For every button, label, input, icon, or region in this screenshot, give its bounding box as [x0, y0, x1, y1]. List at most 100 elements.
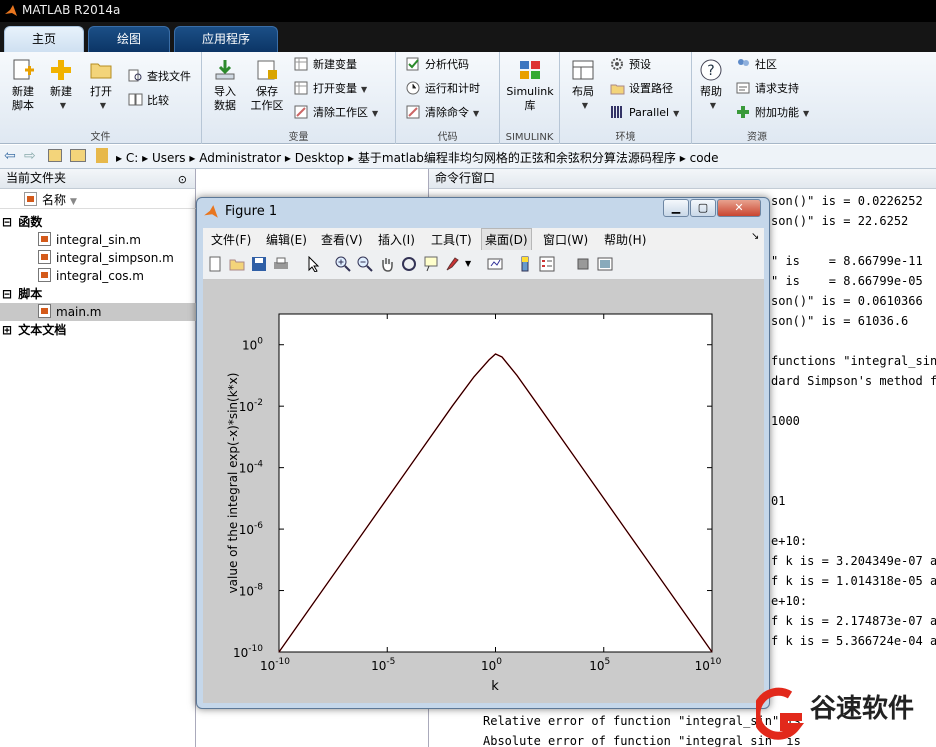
- set-path-button[interactable]: 设置路径: [610, 80, 673, 98]
- link-plot-icon[interactable]: [487, 256, 503, 272]
- open-variable-icon: [294, 81, 308, 95]
- brush-dropdown-icon[interactable]: ▼: [465, 259, 471, 268]
- breadcrumb-item[interactable]: C:: [126, 151, 138, 165]
- breadcrumb-item[interactable]: code: [690, 151, 719, 165]
- current-folder-title-bar: 当前文件夹 ⊙: [0, 169, 195, 189]
- menu-desktop[interactable]: 桌面(D): [481, 228, 532, 251]
- save-workspace-icon: [257, 60, 277, 80]
- parallel-icon: [611, 106, 622, 118]
- legend-icon[interactable]: [539, 256, 555, 272]
- save-workspace-button[interactable]: 保存 工作区: [248, 58, 286, 113]
- open-variable-dropdown-icon: ▼: [361, 85, 368, 94]
- find-files-button[interactable]: 查找文件: [128, 68, 191, 86]
- pointer-icon[interactable]: [305, 256, 321, 272]
- list-item[interactable]: integral_simpson.m: [0, 249, 196, 267]
- clear-workspace-label: 清除工作区: [313, 106, 368, 119]
- section-label: 函数: [18, 215, 43, 229]
- analyze-code-label: 分析代码: [425, 58, 469, 71]
- section-scripts[interactable]: ⊟ 脚本: [0, 285, 196, 303]
- menu-help[interactable]: 帮助(H): [604, 231, 646, 248]
- breadcrumb-item[interactable]: Desktop: [295, 151, 345, 165]
- collapse-icon[interactable]: ⊟: [0, 285, 14, 303]
- new-button[interactable]: 新建 ▼: [44, 58, 78, 113]
- dock-arrow-icon[interactable]: ↘: [751, 231, 759, 242]
- panel-menu-icon[interactable]: ⊙: [178, 170, 187, 189]
- colorbar-icon[interactable]: [517, 256, 533, 272]
- close-button[interactable]: ✕: [717, 199, 761, 217]
- y-tick-exponent: -4: [254, 460, 263, 470]
- new-figure-icon[interactable]: [207, 256, 223, 272]
- current-folder-title: 当前文件夹: [6, 171, 67, 185]
- list-item[interactable]: integral_sin.m: [0, 231, 196, 249]
- simulink-library-button[interactable]: Simulink 库: [504, 58, 556, 113]
- forward-icon[interactable]: ⇨: [24, 148, 36, 164]
- file-column-icon: [24, 192, 37, 206]
- list-item[interactable]: main.m: [0, 303, 196, 321]
- new-variable-button[interactable]: 新建变量: [294, 56, 357, 74]
- name-column-header[interactable]: 名称 ▼: [0, 191, 196, 209]
- compare-button[interactable]: 比较: [128, 92, 169, 110]
- breadcrumb-item[interactable]: 基于matlab编程非均匀网格的正弦和余弦积分算法源码程序: [358, 151, 676, 165]
- figure-title: Figure 1: [225, 204, 278, 219]
- menu-edit[interactable]: 编辑(E): [266, 231, 307, 248]
- open-button[interactable]: 打开 ▼: [84, 58, 118, 113]
- import-data-button[interactable]: 导入 数据: [208, 58, 242, 113]
- menu-tools[interactable]: 工具(T): [431, 231, 472, 248]
- tab-apps[interactable]: 应用程序: [174, 26, 278, 52]
- menu-window[interactable]: 窗口(W): [543, 231, 588, 248]
- tab-home[interactable]: 主页: [4, 26, 84, 52]
- clear-workspace-button[interactable]: 清除工作区 ▼: [294, 104, 378, 123]
- help-button[interactable]: ? 帮助 ▼: [696, 58, 726, 113]
- hide-plot-tools-icon[interactable]: [575, 256, 591, 272]
- request-support-button[interactable]: 请求支持: [736, 80, 799, 98]
- matlab-logo-icon: [204, 205, 218, 218]
- figure-window: Figure 1 ▁ ▢ ✕ 文件(F) 编辑(E) 查看(V) 插入(I) 工…: [196, 197, 770, 709]
- brush-icon[interactable]: [445, 256, 461, 272]
- save-icon[interactable]: [251, 256, 267, 272]
- layout-button[interactable]: 布局 ▼: [566, 58, 600, 113]
- menu-view[interactable]: 查看(V): [321, 231, 363, 248]
- list-item[interactable]: integral_cos.m: [0, 267, 196, 285]
- community-button[interactable]: 社区: [736, 56, 777, 74]
- output-line: 01: [771, 494, 786, 508]
- open-file-icon[interactable]: [229, 256, 245, 272]
- expand-icon[interactable]: ⊞: [0, 321, 14, 339]
- compare-icon: [128, 93, 143, 106]
- rotate-3d-icon[interactable]: [401, 256, 417, 272]
- up-folder-icon[interactable]: [48, 149, 62, 162]
- clear-commands-button[interactable]: 清除命令 ▼: [406, 104, 479, 123]
- run-and-time-button[interactable]: 运行和计时: [406, 80, 480, 98]
- output-line: son()" is = 22.6252: [771, 214, 909, 228]
- zoom-out-icon[interactable]: [357, 256, 373, 272]
- print-icon[interactable]: [273, 256, 289, 272]
- open-variable-button[interactable]: 打开变量 ▼: [294, 80, 367, 99]
- new-script-button[interactable]: 新建 脚本: [6, 58, 40, 113]
- add-ons-button[interactable]: 附加功能 ▼: [736, 104, 809, 123]
- breadcrumb-item[interactable]: Administrator: [199, 151, 281, 165]
- minimize-button[interactable]: ▁: [663, 199, 689, 217]
- menu-insert[interactable]: 插入(I): [378, 231, 415, 248]
- title-bar: MATLAB R2014a: [0, 0, 936, 22]
- section-functions[interactable]: ⊟ 函数: [0, 213, 196, 231]
- parallel-button[interactable]: Parallel ▼: [610, 104, 679, 123]
- browse-folder-icon[interactable]: [70, 149, 86, 162]
- breadcrumb-item[interactable]: Users: [152, 151, 186, 165]
- preferences-button[interactable]: 预设: [610, 56, 651, 74]
- menu-file[interactable]: 文件(F): [211, 231, 251, 248]
- collapse-icon[interactable]: ⊟: [0, 213, 14, 231]
- analyze-code-button[interactable]: 分析代码: [406, 56, 469, 74]
- show-plot-tools-icon[interactable]: [597, 256, 613, 272]
- back-icon[interactable]: ⇦: [4, 148, 16, 164]
- output-line: f k is = 5.366724e-04 an: [771, 634, 936, 648]
- pan-icon[interactable]: [379, 256, 395, 272]
- section-text-docs[interactable]: ⊞ 文本文档: [0, 321, 196, 339]
- zoom-in-icon[interactable]: [335, 256, 351, 272]
- tab-plots[interactable]: 绘图: [88, 26, 170, 52]
- m-file-icon: [38, 304, 51, 318]
- resources-group: ? 帮助 ▼ 社区 请求支持 附加功能 ▼ 资源: [692, 52, 822, 144]
- clear-commands-icon: [406, 105, 420, 119]
- data-cursor-icon[interactable]: [423, 256, 439, 272]
- simulink-icon: [520, 61, 540, 79]
- maximize-button[interactable]: ▢: [690, 199, 716, 217]
- simulink-group-label: SIMULINK: [505, 132, 554, 143]
